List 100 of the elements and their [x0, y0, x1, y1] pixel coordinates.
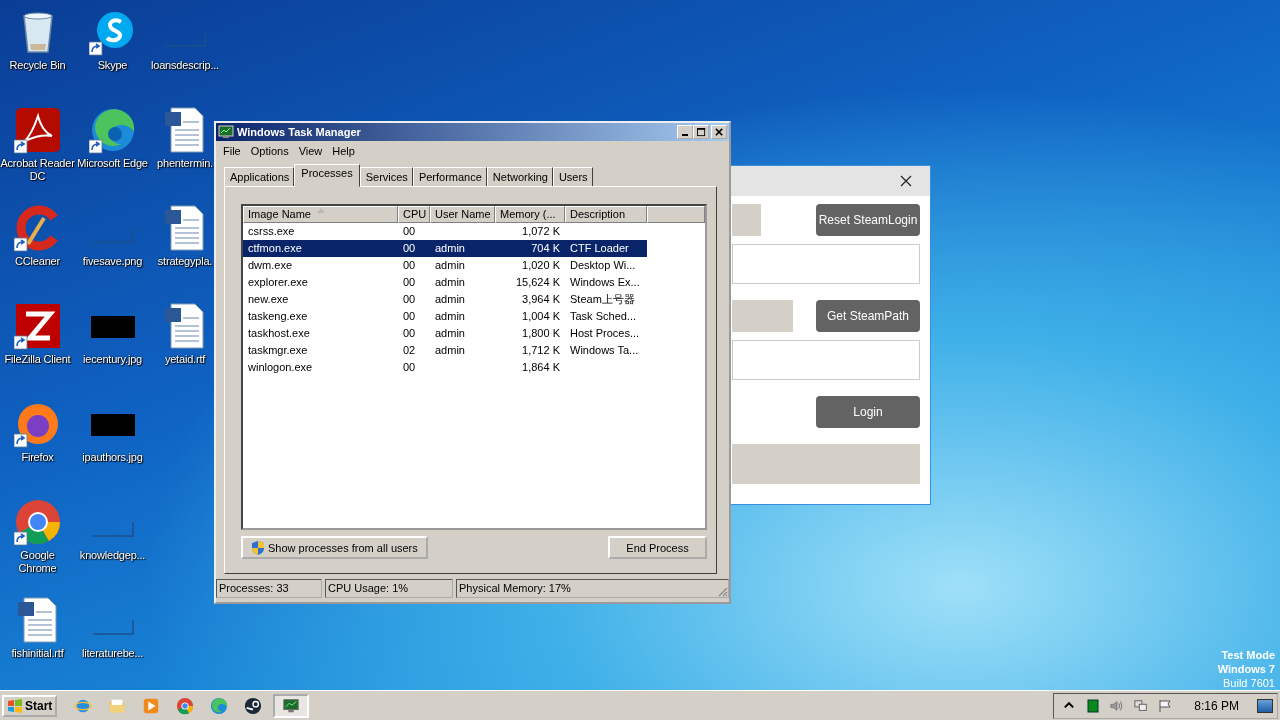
close-icon[interactable]: [900, 175, 912, 187]
icon-label[interactable]: loansdescrip...: [151, 59, 219, 72]
icon-label[interactable]: yetaid.rtf: [164, 353, 206, 366]
end-process-button[interactable]: End Process: [608, 536, 707, 559]
column-header[interactable]: Description: [565, 206, 647, 223]
tab[interactable]: Users: [552, 167, 593, 186]
table-cell: Steam上号器: [570, 293, 635, 305]
icon-label[interactable]: Google Chrome: [0, 549, 75, 575]
table-row[interactable]: taskmgr.exe 02 admin 1,712 K Windows Ta...: [243, 342, 647, 359]
icon-label[interactable]: iecentury.jpg: [83, 353, 142, 366]
tab[interactable]: Networking: [486, 167, 553, 186]
minimize-button[interactable]: [677, 125, 693, 139]
clock[interactable]: 8:16 PM: [1194, 698, 1239, 713]
table-cell-text: taskhost.exe: [247, 326, 311, 341]
system-notice-text: Build 7601: [1223, 676, 1275, 690]
table-row[interactable]: winlogon.exe 00 1,864 K: [243, 359, 647, 376]
reset-login-button[interactable]: Reset SteamLogin: [816, 204, 920, 236]
icon-label[interactable]: fishinitial.rtf: [11, 647, 64, 660]
network-icon[interactable]: [1134, 698, 1149, 713]
table-cell: admin: [435, 344, 465, 356]
table-cell-text: 02: [402, 343, 417, 358]
table-cell: Host Proces...: [570, 327, 640, 339]
tab[interactable]: Processes: [294, 164, 360, 187]
menu-item[interactable]: View: [296, 144, 328, 157]
icon-label[interactable]: fivesave.png: [82, 255, 143, 268]
zigzag-logo-icon[interactable]: [13, 302, 62, 350]
tray-app-icon[interactable]: [1086, 698, 1101, 713]
swirl-icon[interactable]: [88, 106, 137, 154]
speaker-icon[interactable]: [1110, 698, 1125, 713]
table-cell-text: 1,004 K: [521, 309, 561, 324]
icon-label[interactable]: knowledgep...: [79, 549, 146, 562]
table-cell: Desktop Wi...: [570, 259, 636, 271]
table-row[interactable]: csrss.exe 00 1,072 K: [243, 223, 647, 240]
input-field[interactable]: [732, 244, 920, 284]
menu-item[interactable]: Options: [248, 144, 294, 157]
menu-item[interactable]: Help: [330, 144, 360, 157]
icon-label[interactable]: FileZilla Client: [4, 353, 71, 366]
table-row[interactable]: taskeng.exe 00 admin 1,004 K Task Sched...: [243, 308, 647, 325]
table-cell-text: 00: [402, 241, 417, 256]
table-row[interactable]: new.exe 00 admin 3,964 K Steam上号器: [243, 291, 647, 308]
icon-label[interactable]: phentermin.: [157, 157, 213, 170]
table-cell: admin: [435, 259, 465, 271]
table-row[interactable]: explorer.exe 00 admin 15,624 K Windows Ex...: [243, 274, 647, 291]
table-cell-text: 3,964 K: [521, 292, 561, 307]
table-cell-text: 1,020 K: [521, 258, 561, 273]
get-path-button[interactable]: Get SteamPath: [816, 300, 920, 332]
close-button[interactable]: [711, 125, 727, 139]
maximize-button[interactable]: [693, 125, 709, 139]
icon-label[interactable]: CCleaner: [15, 255, 60, 268]
column-header[interactable]: User Name: [430, 206, 495, 223]
close-icon: [714, 127, 724, 137]
chrome-icon[interactable]: [13, 498, 62, 546]
monitor-icon[interactable]: [273, 693, 310, 718]
start-button[interactable]: Start: [2, 694, 58, 717]
input-field[interactable]: [732, 340, 920, 380]
table-cell-text: dwm.exe: [247, 258, 294, 273]
table-cell-text: explorer.exe: [247, 275, 309, 290]
table-row[interactable]: dwm.exe 00 admin 1,020 K Desktop Wi...: [243, 257, 647, 274]
table-cell: Windows Ta...: [570, 344, 639, 356]
icon-label[interactable]: Acrobat Reader DC: [0, 157, 75, 183]
table-cell-text: 1,712 K: [521, 343, 561, 358]
table-cell: admin: [435, 242, 465, 254]
sort-arrow-icon: [316, 208, 325, 213]
show-desktop-button[interactable]: [1257, 698, 1273, 713]
table-cell-text: 00: [402, 275, 417, 290]
column-header[interactable]: Image Name: [243, 206, 398, 223]
status-text: Physical Memory: 17%: [456, 579, 729, 598]
icon-label[interactable]: ipauthors.jpg: [82, 451, 143, 464]
shield-icon: [251, 539, 265, 556]
table-cell-text: taskeng.exe: [247, 309, 309, 324]
table-cell: admin: [435, 310, 465, 322]
table-row[interactable]: taskhost.exe 00 admin 1,800 K Host Proces...: [243, 325, 647, 342]
window-title: Windows Task Manager: [237, 126, 362, 138]
table-cell-text: 15,624 K: [514, 275, 561, 290]
column-header[interactable]: Memory (...: [495, 206, 565, 223]
flag-icon[interactable]: [1158, 698, 1173, 713]
icon-label[interactable]: literaturebe...: [81, 647, 144, 660]
menu-item[interactable]: File: [221, 144, 246, 157]
table-cell: Windows Ex...: [570, 276, 640, 288]
table-cell-text: 1,072 K: [521, 224, 561, 239]
table-cell: admin: [435, 276, 465, 288]
show-all-users-button[interactable]: Show processes from all users: [241, 536, 428, 559]
table-cell-text: winlogon.exe: [247, 360, 314, 375]
table-cell-text: 00: [402, 258, 417, 273]
pdf-reader-icon[interactable]: [13, 106, 62, 154]
table-row[interactable]: ctfmon.exe 00 admin 704 K CTF Loader: [243, 240, 647, 257]
tab[interactable]: Performance: [412, 167, 487, 186]
icon-label[interactable]: Recycle Bin: [9, 59, 66, 72]
icon-label[interactable]: strategypla.: [157, 255, 213, 268]
table-cell-text: csrss.exe: [247, 224, 296, 239]
tab[interactable]: Applications: [224, 167, 295, 186]
tab[interactable]: Services: [359, 167, 413, 186]
icon-label[interactable]: Firefox: [21, 451, 54, 464]
icon-label[interactable]: Microsoft Edge: [77, 157, 148, 170]
column-header[interactable]: CPU: [398, 206, 430, 223]
resize-grip-icon[interactable]: [716, 585, 728, 597]
icon-label[interactable]: Skype: [97, 59, 128, 72]
table-cell-text: taskmgr.exe: [247, 343, 309, 358]
system-notice-text: Windows 7: [1217, 662, 1275, 676]
login-button[interactable]: Login: [816, 396, 920, 428]
